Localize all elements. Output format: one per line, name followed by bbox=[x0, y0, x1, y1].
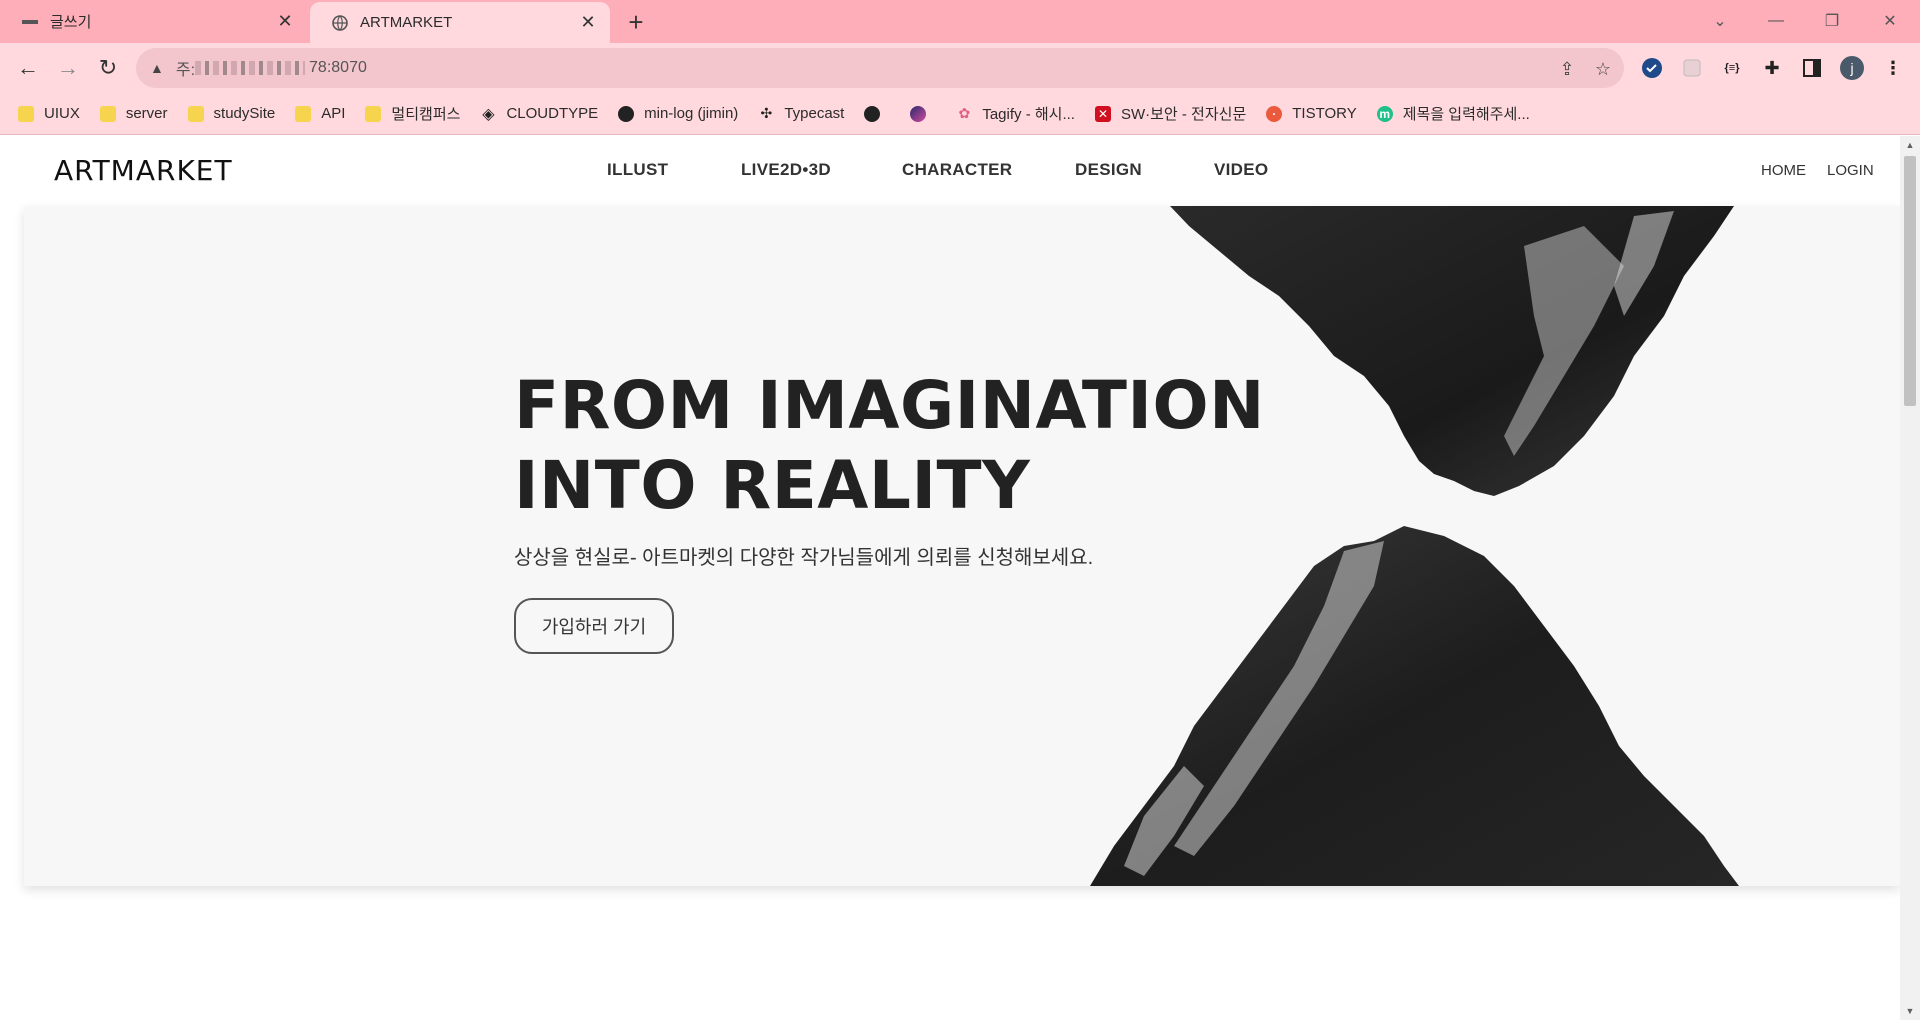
redacted-host bbox=[195, 61, 306, 75]
folder-icon bbox=[365, 105, 382, 122]
signup-button[interactable]: 가입하러 가기 bbox=[514, 598, 674, 654]
browser-toolbar: ← → ↻ ▲ 주: 78:8070 ⇪ ☆ {≡} ✚ j ⋮ bbox=[0, 43, 1920, 93]
tab-artmarket[interactable]: ARTMARKET ✕ bbox=[310, 2, 610, 43]
home-link[interactable]: HOME bbox=[1761, 162, 1806, 179]
login-link[interactable]: LOGIN bbox=[1827, 162, 1874, 179]
close-icon[interactable]: ✕ bbox=[576, 11, 600, 35]
hero-subtitle: 상상을 현실로- 아트마켓의 다양한 작가님들에게 의뢰를 신청해보세요. bbox=[514, 547, 1094, 569]
address-prefix: 주: bbox=[175, 62, 196, 79]
share-icon[interactable]: ⇪ bbox=[1556, 58, 1578, 80]
bookmark-multicampus[interactable]: 멀티캠퍼스 bbox=[365, 103, 460, 124]
address-bar[interactable]: ▲ 주: 78:8070 ⇪ ☆ bbox=[136, 48, 1624, 88]
hero-title: FROM IMAGINATION INTO REALITY bbox=[514, 366, 1265, 526]
bookmark-server[interactable]: server bbox=[99, 105, 168, 122]
back-icon[interactable]: ← bbox=[12, 52, 44, 84]
tab-search-icon[interactable]: ⌄ bbox=[1700, 6, 1740, 36]
tagify-icon: ✿ bbox=[958, 105, 971, 121]
tistory-icon: · bbox=[1266, 105, 1283, 122]
bookmark-studysite[interactable]: studySite bbox=[187, 105, 276, 122]
bookmark-api[interactable]: API bbox=[295, 105, 345, 122]
bookmark-label: API bbox=[321, 105, 346, 122]
json-extension-icon[interactable]: {≡} bbox=[1719, 55, 1745, 81]
folder-icon bbox=[295, 105, 312, 122]
folder-icon bbox=[99, 105, 116, 122]
bookmark-tistory[interactable]: · TISTORY bbox=[1266, 105, 1357, 122]
extension-grid-icon[interactable] bbox=[1679, 55, 1705, 81]
profile-initial: j bbox=[1850, 60, 1854, 76]
minimize-icon[interactable]: — bbox=[1756, 6, 1796, 36]
scroll-up-icon[interactable]: ▲ bbox=[1905, 140, 1915, 150]
globe-icon bbox=[864, 105, 881, 122]
hero-banner: FROM IMAGINATION INTO REALITY 상상을 현실로- 아… bbox=[24, 206, 1900, 886]
bookmark-label: Tagify - 해시... bbox=[982, 106, 1075, 123]
github-icon bbox=[618, 105, 635, 122]
window-close-icon[interactable]: ✕ bbox=[1870, 6, 1910, 36]
scroll-down-icon[interactable]: ▼ bbox=[1905, 1006, 1915, 1016]
etnews-icon: ✕ bbox=[1094, 105, 1111, 122]
bookmark-label: UIUX bbox=[44, 105, 80, 122]
tab-write[interactable]: 글쓰기 ✕ bbox=[0, 0, 307, 43]
nav-character[interactable]: CHARACTER bbox=[902, 160, 1012, 180]
star-icon[interactable]: ☆ bbox=[1592, 58, 1614, 80]
extension-check-icon[interactable] bbox=[1639, 55, 1665, 81]
m-icon: m bbox=[1376, 105, 1393, 122]
bookmark-minlog[interactable]: min-log (jimin) bbox=[618, 105, 738, 122]
folder-icon bbox=[187, 105, 204, 122]
bookmark-label: Typecast bbox=[784, 105, 845, 122]
orb-icon bbox=[910, 105, 927, 122]
vertical-scrollbar[interactable]: ▲ ▼ bbox=[1900, 136, 1920, 1020]
tab-strip: 글쓰기 ✕ ARTMARKET ✕ + ⌄ — ❐ ✕ bbox=[0, 0, 1920, 43]
warning-icon[interactable]: ▲ bbox=[150, 60, 164, 76]
nav-illust[interactable]: ILLUST bbox=[607, 160, 668, 180]
scroll-thumb[interactable] bbox=[1904, 156, 1916, 406]
folder-icon bbox=[18, 105, 34, 122]
bookmark-label: CLOUDTYPE bbox=[506, 105, 599, 122]
site-header: ARTMARKET ILLUST LIVE2D•3D CHARACTER DES… bbox=[0, 136, 1900, 206]
profile-avatar[interactable]: j bbox=[1839, 55, 1865, 81]
tab-title: ARTMARKET bbox=[360, 14, 453, 31]
typecast-icon: ✣ bbox=[760, 105, 773, 121]
globe-icon bbox=[332, 14, 348, 31]
bookmark-label: min-log (jimin) bbox=[644, 105, 739, 122]
reload-icon[interactable]: ↻ bbox=[92, 52, 124, 84]
bookmark-label: 멀티캠퍼스 bbox=[391, 106, 461, 123]
cloudtype-icon: ◈ bbox=[482, 105, 495, 123]
bookmarks-bar: UIUX server studySite API 멀티캠퍼스 ◈ CLOUDTY… bbox=[0, 93, 1920, 135]
bookmark-label: server bbox=[125, 105, 168, 122]
tab-title: 글쓰기 bbox=[50, 14, 92, 31]
bookmark-cloudtype[interactable]: ◈ CLOUDTYPE bbox=[480, 105, 599, 123]
hero-title-line1: FROM IMAGINATION bbox=[514, 367, 1265, 444]
new-tab-button[interactable]: + bbox=[622, 7, 650, 37]
forward-icon[interactable]: → bbox=[52, 52, 84, 84]
bookmark-label: studySite bbox=[213, 105, 276, 122]
menu-kebab-icon[interactable]: ⋮ bbox=[1880, 55, 1906, 81]
site-logo[interactable]: ARTMARKET bbox=[54, 154, 233, 187]
nav-video[interactable]: VIDEO bbox=[1214, 160, 1268, 180]
nav-design[interactable]: DESIGN bbox=[1075, 160, 1142, 180]
restore-icon[interactable]: ❐ bbox=[1812, 6, 1852, 36]
bookmark-tagify[interactable]: ✿ Tagify - 해시... bbox=[956, 103, 1075, 124]
bookmark-uiux[interactable]: UIUX bbox=[18, 105, 80, 122]
bookmark-globe[interactable] bbox=[864, 105, 890, 122]
bookmark-typecast[interactable]: ✣ Typecast bbox=[758, 105, 844, 122]
address-suffix: 78:8070 bbox=[309, 59, 367, 76]
bookmark-label: TISTORY bbox=[1292, 105, 1357, 122]
site-favicon-icon bbox=[22, 14, 38, 30]
nav-live2d-3d[interactable]: LIVE2D•3D bbox=[741, 160, 831, 180]
bookmark-etnews[interactable]: ✕ SW·보안 - 전자신문 bbox=[1094, 103, 1247, 124]
bookmark-orb[interactable] bbox=[910, 105, 936, 122]
side-panel-icon[interactable] bbox=[1799, 55, 1825, 81]
bookmark-label: SW·보안 - 전자신문 bbox=[1120, 106, 1247, 123]
bookmark-label: 제목을 입력해주세... bbox=[1402, 106, 1530, 123]
web-page: ARTMARKET ILLUST LIVE2D•3D CHARACTER DES… bbox=[0, 136, 1900, 1020]
hero-title-line2: INTO REALITY bbox=[514, 447, 1031, 524]
puzzle-icon[interactable]: ✚ bbox=[1759, 55, 1785, 81]
close-icon[interactable]: ✕ bbox=[273, 10, 297, 34]
bookmark-title[interactable]: m 제목을 입력해주세... bbox=[1376, 103, 1530, 124]
